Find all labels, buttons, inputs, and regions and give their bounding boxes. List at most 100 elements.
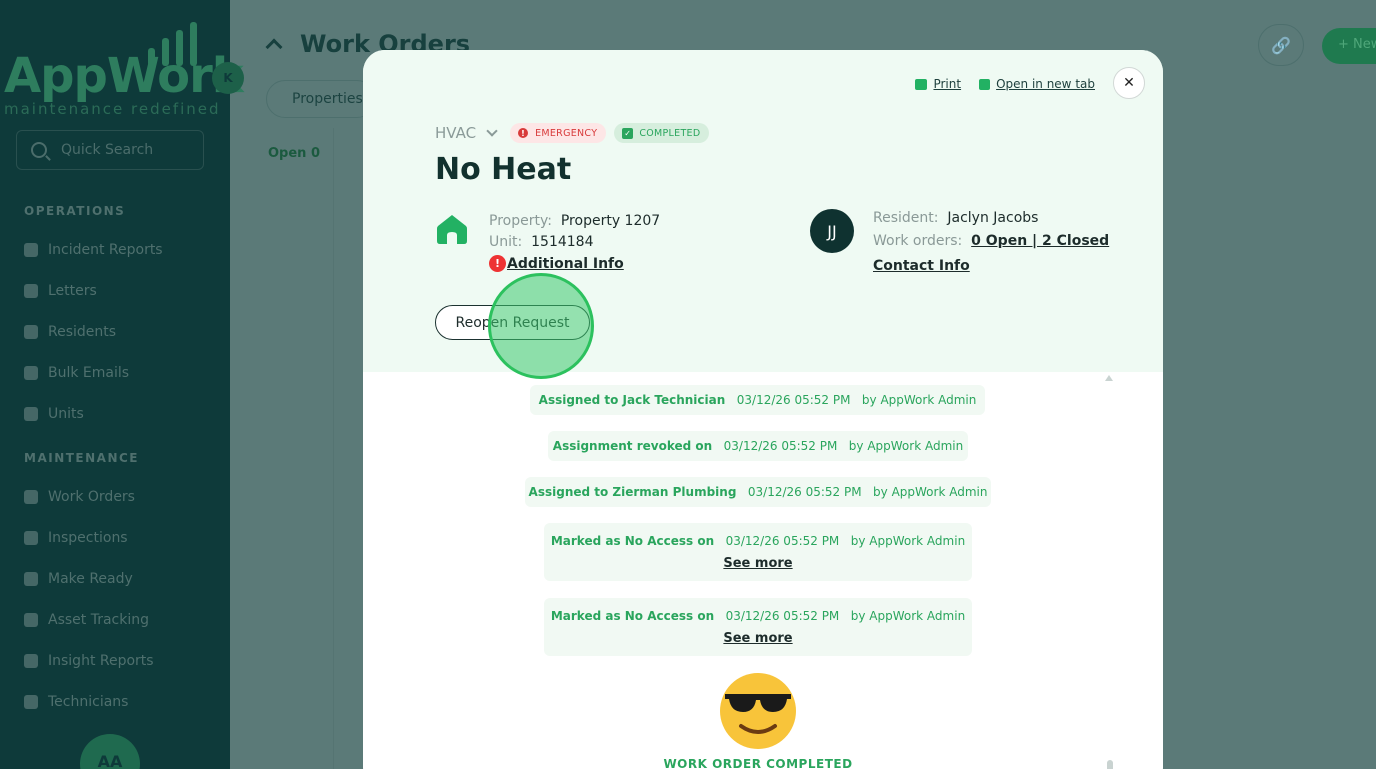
sidebar-item-label: Letters xyxy=(48,283,97,299)
quick-search-placeholder: Quick Search xyxy=(61,142,154,158)
sidebar-item-label: Asset Tracking xyxy=(48,612,150,628)
sidebar-item-units[interactable]: Units xyxy=(24,406,84,422)
contact-info-link[interactable]: Contact Info xyxy=(873,258,970,274)
sidebar-item-inspections[interactable]: Inspections xyxy=(24,530,128,546)
mail-icon xyxy=(24,366,38,380)
copy-link-button[interactable]: 🔗 xyxy=(1258,24,1304,66)
category-label[interactable]: HVAC xyxy=(435,124,476,142)
print-label: Print xyxy=(933,77,962,91)
logo-word: AppWork xyxy=(4,48,244,104)
alert-icon: ! xyxy=(518,128,529,138)
resident-label: Resident: xyxy=(873,210,939,226)
sidebar-item-label: Units xyxy=(48,406,84,422)
timeline-time: 03/12/26 05:52 PM xyxy=(747,485,862,499)
timeline-author: by AppWork Admin xyxy=(873,485,988,499)
chevron-down-icon[interactable] xyxy=(486,125,498,137)
see-more-link[interactable]: See more xyxy=(723,556,792,571)
work-orders-label: Work orders: xyxy=(873,233,963,249)
resident-name: Jaclyn Jacobs xyxy=(947,210,1039,226)
timeline-action: Assigned to Jack Technician xyxy=(538,393,726,407)
open-new-tab-label: Open in new tab xyxy=(996,77,1095,91)
home-icon xyxy=(24,407,38,421)
people-icon xyxy=(24,325,38,339)
timeline-time: 03/12/26 05:52 PM xyxy=(736,393,851,407)
timeline-entry: Assigned to Jack Technician 03/12/26 05:… xyxy=(530,385,985,415)
search-icon xyxy=(31,142,47,158)
user-avatar[interactable]: AA xyxy=(80,734,140,769)
timeline-author: by AppWork Admin xyxy=(848,439,964,453)
modal-header: Print Open in new tab ✕ HVAC ! EMERGENCY … xyxy=(363,50,1163,372)
property-value: Property 1207 xyxy=(560,213,661,229)
timeline-entry: Assignment revoked on 03/12/26 05:52 PM … xyxy=(548,431,968,461)
additional-info-link[interactable]: ! Additional Info xyxy=(489,255,624,272)
timeline-author: by AppWork Admin xyxy=(850,533,966,548)
document-icon xyxy=(24,243,38,257)
emergency-badge-text: EMERGENCY xyxy=(535,127,598,139)
timeline-author: by AppWork Admin xyxy=(861,393,977,407)
sidebar-item-letters[interactable]: Letters xyxy=(24,283,97,299)
quick-search-input[interactable]: Quick Search xyxy=(16,130,204,170)
resident-details: Resident: Jaclyn Jacobs Work orders: 0 O… xyxy=(873,207,1109,278)
sidebar-item-work-orders[interactable]: Work Orders xyxy=(24,489,135,505)
chevron-up-icon[interactable] xyxy=(265,38,283,56)
app-logo[interactable]: AppWork K maintenance redefined xyxy=(0,18,244,118)
home-icon xyxy=(437,215,467,244)
brush-icon xyxy=(24,572,38,586)
sidebar-item-insight-reports[interactable]: Insight Reports xyxy=(24,653,154,669)
check-icon: ✓ xyxy=(622,127,634,139)
warning-icon: ! xyxy=(489,255,506,272)
sidebar-item-label: Inspections xyxy=(48,530,128,546)
completed-badge: ✓ COMPLETED xyxy=(614,123,710,143)
timeline-entry: Assigned to Zierman Plumbing 03/12/26 05… xyxy=(525,477,991,507)
scrollbar-thumb[interactable] xyxy=(1107,760,1113,769)
close-button[interactable]: ✕ xyxy=(1113,67,1145,99)
timeline-time: 03/12/26 05:52 PM xyxy=(725,533,840,548)
sidebar-item-label: Make Ready xyxy=(48,571,133,587)
see-more-link[interactable]: See more xyxy=(723,631,792,646)
category-row: HVAC ! EMERGENCY ✓ COMPLETED xyxy=(435,123,717,143)
logo-badge: K xyxy=(212,62,244,94)
sidebar-item-label: Technicians xyxy=(48,694,129,710)
sidebar-item-asset-tracking[interactable]: Asset Tracking xyxy=(24,612,149,628)
timeline-action: Marked as No Access on xyxy=(550,608,715,623)
logo-tagline: maintenance redefined xyxy=(4,100,221,118)
timeline-time: 03/12/26 05:52 PM xyxy=(725,608,840,623)
property-label: Property: xyxy=(489,213,552,229)
section-maintenance: MAINTENANCE xyxy=(24,451,139,465)
properties-filter[interactable]: Properties xyxy=(266,80,376,118)
wrench-icon xyxy=(24,490,38,504)
sidebar-item-technicians[interactable]: Technicians xyxy=(24,694,128,710)
timeline-author: by AppWork Admin xyxy=(850,608,966,623)
work-order-completed-text: WORK ORDER COMPLETED xyxy=(663,757,853,769)
reopen-request-button[interactable]: Reopen Request xyxy=(435,305,590,340)
work-order-modal: Print Open in new tab ✕ HVAC ! EMERGENCY … xyxy=(363,50,1163,769)
timeline-action: Assigned to Zierman Plumbing xyxy=(528,485,737,499)
section-operations: OPERATIONS xyxy=(24,204,126,218)
property-details: Property: Property 1207 Unit: 1514184 xyxy=(489,211,660,253)
sidebar-item-label: Incident Reports xyxy=(48,242,163,258)
external-link-icon xyxy=(979,78,991,90)
print-link[interactable]: Print xyxy=(915,77,961,91)
timeline-time: 03/12/26 05:52 PM xyxy=(723,439,838,453)
timeline-entry: Marked as No Access on 03/12/26 05:52 PM… xyxy=(544,523,972,581)
sunglasses-emoji-icon xyxy=(720,673,796,749)
clipboard-icon xyxy=(24,531,38,545)
new-work-order-button[interactable]: + New xyxy=(1322,28,1376,64)
work-orders-link[interactable]: 0 Open | 2 Closed xyxy=(971,233,1109,249)
sidebar-item-make-ready[interactable]: Make Ready xyxy=(24,571,133,587)
open-count-tab[interactable]: Open 0 xyxy=(268,146,320,161)
sidebar-item-label: Insight Reports xyxy=(48,653,154,669)
resident-avatar: JJ xyxy=(810,209,854,253)
timeline-action: Marked as No Access on xyxy=(550,533,715,548)
sidebar-item-residents[interactable]: Residents xyxy=(24,324,116,340)
letter-icon xyxy=(24,284,38,298)
unit-value: 1514184 xyxy=(531,234,594,250)
work-order-title: No Heat xyxy=(435,152,572,187)
technician-icon xyxy=(24,695,38,709)
sidebar-item-incident-reports[interactable]: Incident Reports xyxy=(24,242,163,258)
completed-badge-text: COMPLETED xyxy=(639,127,701,139)
unit-label: Unit: xyxy=(489,234,523,250)
open-new-tab-link[interactable]: Open in new tab xyxy=(979,77,1095,91)
sidebar-item-bulk-emails[interactable]: Bulk Emails xyxy=(24,365,129,381)
column-divider xyxy=(333,128,334,769)
